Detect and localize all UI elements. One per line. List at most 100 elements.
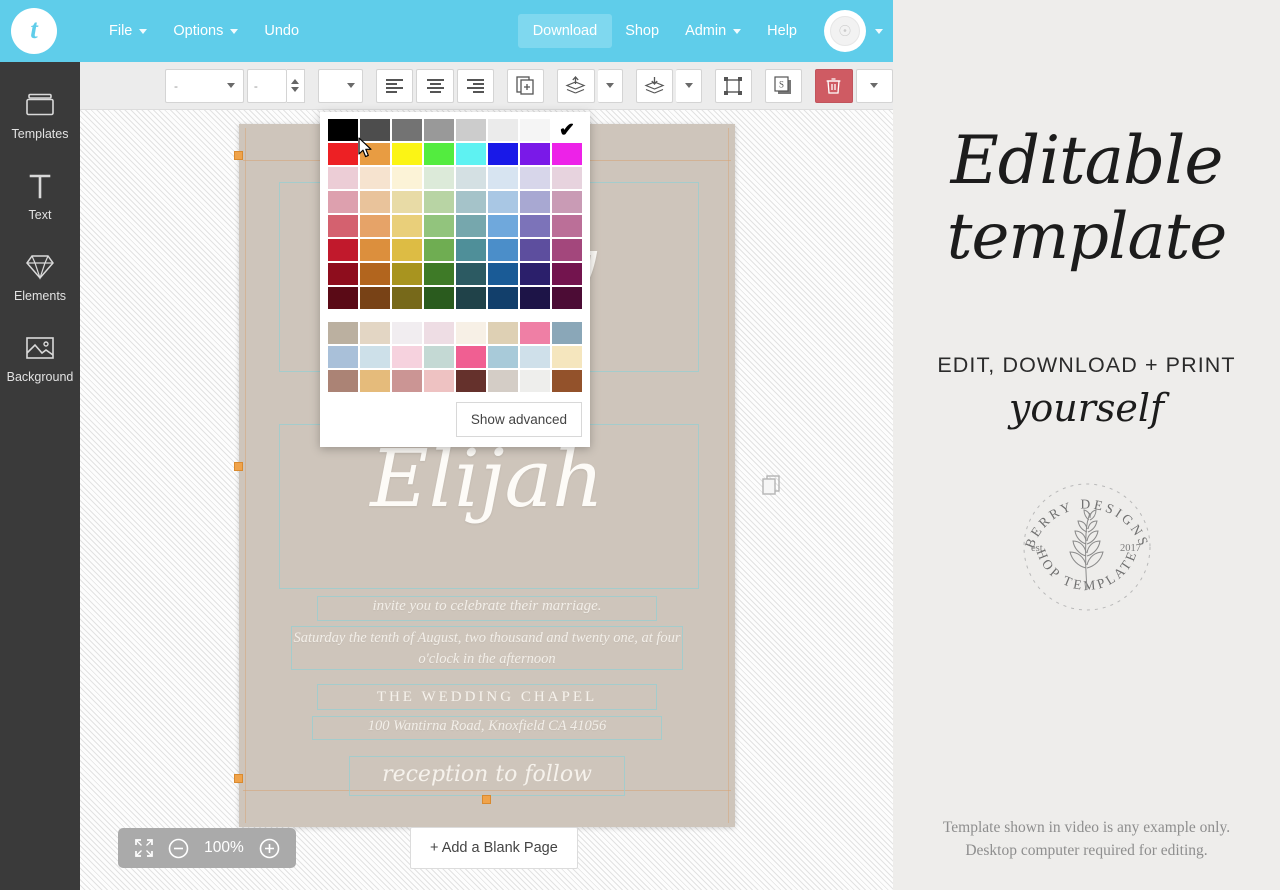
color-swatch[interactable] <box>552 239 582 261</box>
color-swatch[interactable] <box>520 287 550 309</box>
color-swatch[interactable] <box>456 239 486 261</box>
color-swatch[interactable] <box>360 167 390 189</box>
color-swatch[interactable] <box>520 322 550 344</box>
color-swatch[interactable] <box>392 215 422 237</box>
color-swatch[interactable] <box>424 370 454 392</box>
color-swatch[interactable] <box>456 370 486 392</box>
color-swatch[interactable] <box>488 143 518 165</box>
color-swatch[interactable] <box>520 215 550 237</box>
color-swatch[interactable] <box>328 287 358 309</box>
color-swatch[interactable] <box>456 215 486 237</box>
color-swatch[interactable] <box>488 215 518 237</box>
color-swatch[interactable] <box>520 167 550 189</box>
color-swatch[interactable] <box>392 263 422 285</box>
font-size-stepper[interactable]: - <box>246 68 305 103</box>
color-swatch[interactable] <box>552 346 582 368</box>
invite-line[interactable]: invite you to celebrate their marriage. <box>317 598 657 615</box>
color-swatch[interactable] <box>360 215 390 237</box>
text-color-select[interactable] <box>317 68 364 103</box>
color-swatch[interactable] <box>328 143 358 165</box>
show-advanced-button[interactable]: Show advanced <box>455 402 582 437</box>
shadow-button[interactable]: S <box>765 68 803 103</box>
fit-screen-icon[interactable] <box>134 838 154 858</box>
color-swatch[interactable] <box>424 322 454 344</box>
color-swatch[interactable] <box>392 167 422 189</box>
color-picker-popup[interactable]: ✔ Show advanced <box>320 112 590 447</box>
align-right-button[interactable] <box>456 68 495 103</box>
nav-item-download[interactable]: Download <box>517 14 613 48</box>
color-swatch[interactable] <box>520 119 550 141</box>
nav-item-admin[interactable]: Admin <box>672 15 754 47</box>
color-swatch[interactable] <box>392 346 422 368</box>
color-swatch[interactable] <box>552 143 582 165</box>
bring-forward-options-button[interactable] <box>597 68 624 103</box>
color-swatch[interactable] <box>424 346 454 368</box>
venue-address[interactable]: 100 Wantirna Road, Knoxfield CA 41056 <box>312 718 662 735</box>
color-swatch[interactable] <box>456 263 486 285</box>
color-swatch[interactable] <box>328 167 358 189</box>
color-swatch[interactable] <box>552 191 582 213</box>
color-swatch[interactable] <box>328 263 358 285</box>
color-swatch[interactable] <box>456 322 486 344</box>
color-swatch[interactable] <box>360 191 390 213</box>
account-menu-button[interactable]: ☉ <box>824 10 883 52</box>
color-swatch[interactable] <box>392 191 422 213</box>
color-swatch[interactable] <box>360 322 390 344</box>
color-swatch[interactable] <box>456 346 486 368</box>
color-swatch[interactable] <box>488 239 518 261</box>
font-size-input[interactable]: - <box>246 68 287 103</box>
nav-item-file[interactable]: File <box>96 15 160 47</box>
nav-item-undo[interactable]: Undo <box>251 15 312 47</box>
color-swatch[interactable] <box>520 143 550 165</box>
color-swatch[interactable] <box>424 287 454 309</box>
color-swatch[interactable] <box>424 215 454 237</box>
color-swatch[interactable] <box>520 370 550 392</box>
color-swatch[interactable] <box>392 287 422 309</box>
align-left-button[interactable] <box>376 68 414 103</box>
color-swatch[interactable] <box>520 191 550 213</box>
color-swatch[interactable] <box>552 167 582 189</box>
color-swatch[interactable] <box>552 322 582 344</box>
color-swatch[interactable] <box>328 370 358 392</box>
color-swatch[interactable] <box>360 370 390 392</box>
color-swatch[interactable] <box>488 370 518 392</box>
reception-line[interactable]: reception to follow <box>349 762 625 787</box>
nav-item-help[interactable]: Help <box>754 15 810 47</box>
color-swatch[interactable] <box>392 239 422 261</box>
color-swatch[interactable] <box>456 191 486 213</box>
color-swatch[interactable] <box>328 239 358 261</box>
groom-name[interactable]: Elijah <box>259 439 715 519</box>
zoom-in-button[interactable] <box>259 838 280 859</box>
more-options-button[interactable] <box>855 68 893 103</box>
selection-handle[interactable] <box>234 462 243 471</box>
color-swatch[interactable] <box>456 143 486 165</box>
nav-item-options[interactable]: Options <box>160 15 251 47</box>
color-swatch[interactable] <box>488 263 518 285</box>
align-center-button[interactable] <box>416 68 454 103</box>
color-swatch[interactable] <box>328 119 358 141</box>
color-swatch[interactable] <box>392 322 422 344</box>
group-button[interactable] <box>714 68 753 103</box>
nav-item-shop[interactable]: Shop <box>612 15 672 47</box>
duplicate-button[interactable] <box>506 68 545 103</box>
color-swatch[interactable] <box>328 346 358 368</box>
color-swatch[interactable] <box>360 346 390 368</box>
sidebar-item-elements[interactable]: Elements <box>0 238 80 319</box>
color-swatch[interactable] <box>552 287 582 309</box>
color-swatch[interactable] <box>424 119 454 141</box>
color-swatch[interactable] <box>360 239 390 261</box>
color-swatch[interactable] <box>456 167 486 189</box>
color-swatch[interactable] <box>328 322 358 344</box>
add-blank-page-button[interactable]: + Add a Blank Page <box>410 827 578 869</box>
send-backward-options-button[interactable] <box>676 68 702 103</box>
color-swatch[interactable] <box>456 119 486 141</box>
selection-handle[interactable] <box>234 774 243 783</box>
color-swatch[interactable] <box>488 191 518 213</box>
color-swatch[interactable] <box>552 215 582 237</box>
color-swatch[interactable] <box>552 370 582 392</box>
color-swatch[interactable] <box>488 167 518 189</box>
delete-button[interactable] <box>815 68 853 103</box>
zoom-out-button[interactable] <box>168 838 189 859</box>
duplicate-page-icon[interactable] <box>762 475 781 500</box>
color-swatch[interactable] <box>392 370 422 392</box>
